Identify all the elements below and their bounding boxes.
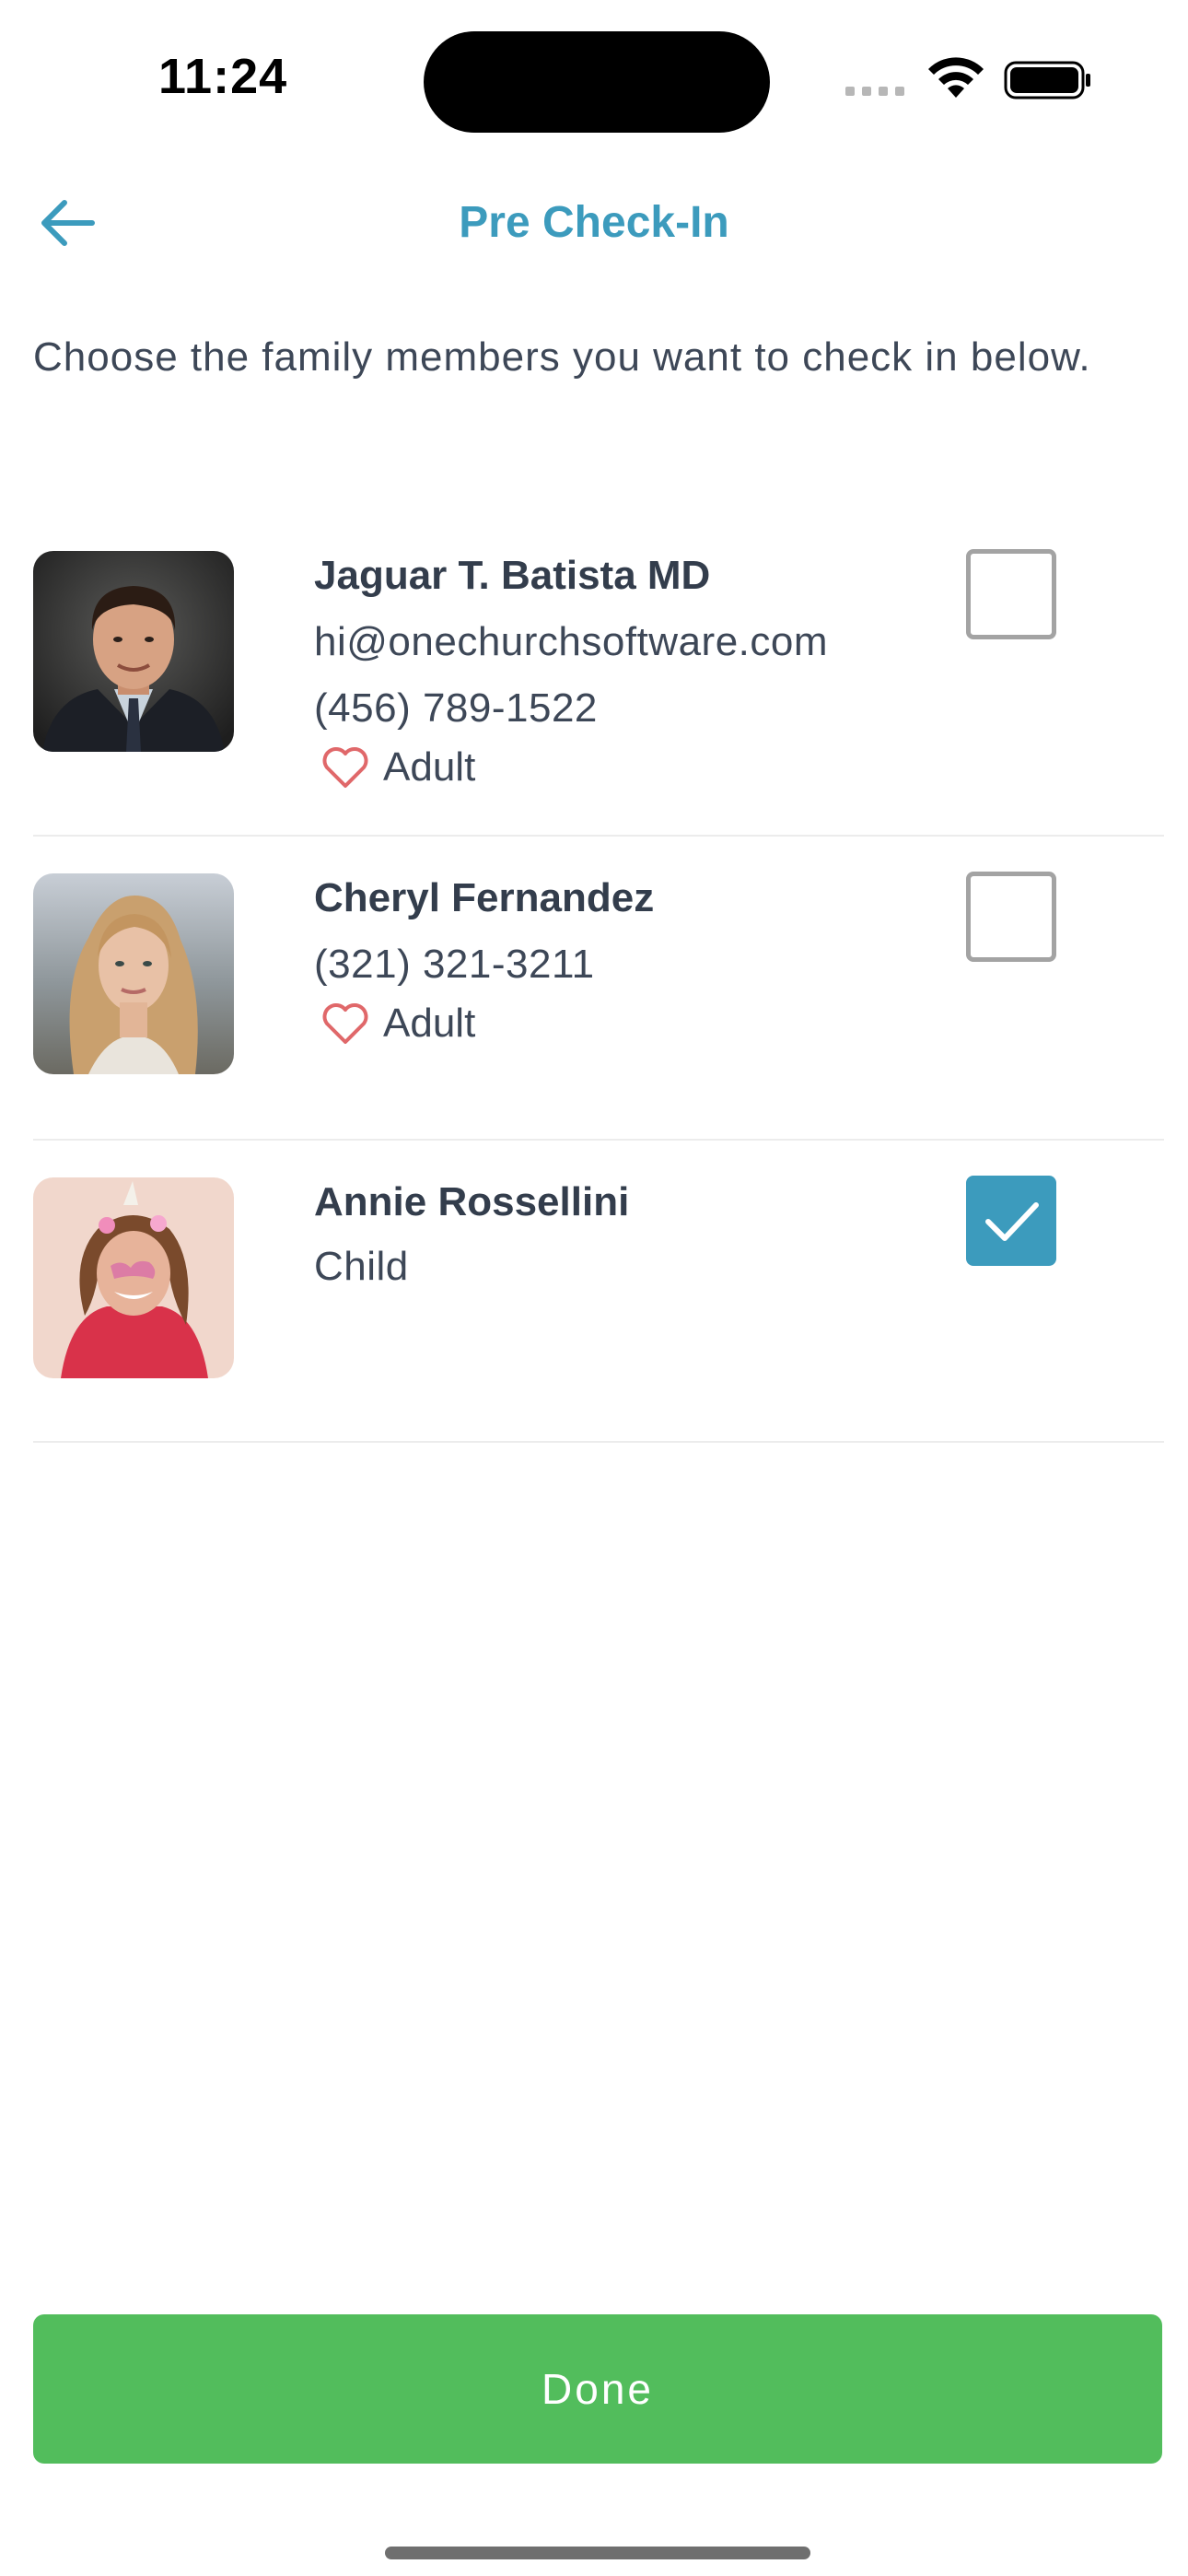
family-member-row[interactable]: Jaguar T. Batista MD hi@onechurchsoftwar… <box>33 549 1159 827</box>
page-title: Pre Check-In <box>459 198 729 247</box>
divider <box>33 835 1164 837</box>
member-email: hi@onechurchsoftware.com <box>314 619 829 664</box>
member-phone: (321) 321-3211 <box>314 942 595 987</box>
member-role: Adult <box>320 1001 475 1047</box>
member-phone: (456) 789-1522 <box>314 685 598 731</box>
member-name: Jaguar T. Batista MD <box>314 553 711 598</box>
family-member-row[interactable]: Annie Rossellini Child <box>33 1176 1159 1399</box>
member-role: Adult <box>320 744 475 790</box>
status-time: 11:24 <box>158 49 288 104</box>
member-role-label: Adult <box>383 1001 476 1046</box>
wifi-icon <box>928 57 984 98</box>
member-checkbox-checked[interactable] <box>966 1176 1056 1266</box>
divider <box>33 1441 1164 1443</box>
avatar <box>33 1177 234 1378</box>
divider <box>33 1139 1164 1141</box>
member-name: Cheryl Fernandez <box>314 875 655 920</box>
instructions-text: Choose the family members you want to ch… <box>33 334 1091 380</box>
done-button[interactable]: Done <box>33 2314 1162 2464</box>
member-checkbox[interactable] <box>966 549 1056 639</box>
avatar <box>33 873 234 1074</box>
battery-icon <box>1004 61 1090 100</box>
member-role-label: Adult <box>383 744 476 790</box>
checkmark-icon <box>985 1202 1039 1241</box>
home-indicator <box>385 2547 810 2559</box>
member-checkbox[interactable] <box>966 872 1056 962</box>
heart-icon <box>322 1003 368 1044</box>
heart-icon <box>322 747 368 788</box>
family-member-row[interactable]: Cheryl Fernandez (321) 321-3211 Adult <box>33 872 1159 1095</box>
member-role-label: Child <box>314 1244 409 1289</box>
cellular-signal-icon <box>845 87 904 96</box>
member-name: Annie Rossellini <box>314 1179 630 1224</box>
avatar <box>33 551 234 752</box>
dynamic-island <box>424 31 770 133</box>
